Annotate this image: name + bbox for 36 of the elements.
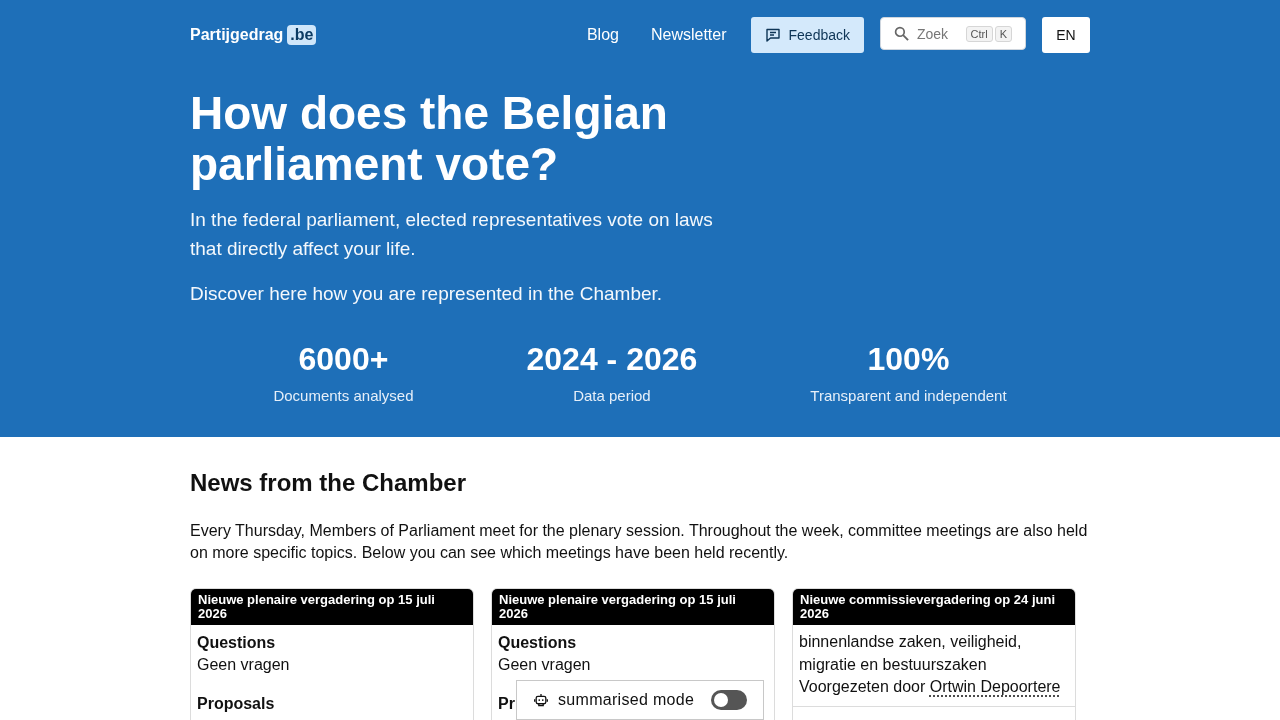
search-field[interactable]: Zoek [917, 24, 957, 43]
shortcut-key: Ctrl [965, 25, 993, 42]
stat-value: 100% [866, 340, 951, 378]
toggle-switch[interactable] [711, 690, 747, 710]
stat-label: Data period [572, 386, 652, 406]
card-heading: Nieuwe plenaire vergadering op 15 juli 2026 [492, 589, 774, 625]
stat-value: 2024 - 2026 [526, 340, 698, 378]
chair-label: Voorgezeten door [799, 678, 926, 695]
card-heading: Nieuwe commissievergadering op 24 juni 2026 [793, 589, 1075, 625]
card-section-title: Questions [197, 633, 276, 653]
card-section-title: Pr [498, 694, 515, 714]
section-intro: Every Thursday, Members of Parliament meet for the plenary session. Throughout the week, committee meetings are also held on more specific topics. Below you can see which meetings have been held recently. [190, 521, 1089, 563]
chair-link[interactable]: Ortwin Depoortere [929, 678, 1061, 695]
hero-text: Discover here how you are represented in the Chamber. [190, 282, 664, 306]
card-heading: Nieuwe plenaire vergadering op 15 juli 2026 [191, 589, 473, 625]
committee-name: binnenlandse zaken, veiligheid, migratie en bestuurszaken [799, 632, 1023, 675]
stat-label: Documents analysed [273, 386, 414, 406]
nav-link[interactable]: Blog [586, 26, 619, 44]
hero-title: How does the Belgian parliament vote? [190, 88, 669, 190]
stat-label: Transparent and independent [810, 386, 1007, 406]
card-section-text: Geen vragen [498, 655, 591, 675]
search-icon [894, 26, 909, 41]
chat-bubble-icon [764, 27, 781, 43]
site-logo[interactable]: Partijgedrag .be [190, 25, 317, 45]
section-heading: News from the Chamber [190, 468, 467, 498]
toggle-label: summarised mode [558, 691, 695, 709]
shortcut-key: K [994, 25, 1012, 42]
stat-value: 6000+ [297, 340, 390, 378]
language-button[interactable]: EN [1042, 17, 1090, 53]
feedback-button[interactable]: Feedback [750, 17, 864, 53]
card-section-title: Questions [498, 633, 577, 653]
nav-link[interactable]: Newsletter [650, 26, 727, 44]
hero-text: In the federal parliament, elected representatives vote on laws that directly affect your life. [190, 208, 714, 261]
robot-icon [534, 693, 548, 707]
card-section-text: Geen vragen [197, 655, 290, 675]
card-section-title: Proposals [197, 694, 275, 714]
